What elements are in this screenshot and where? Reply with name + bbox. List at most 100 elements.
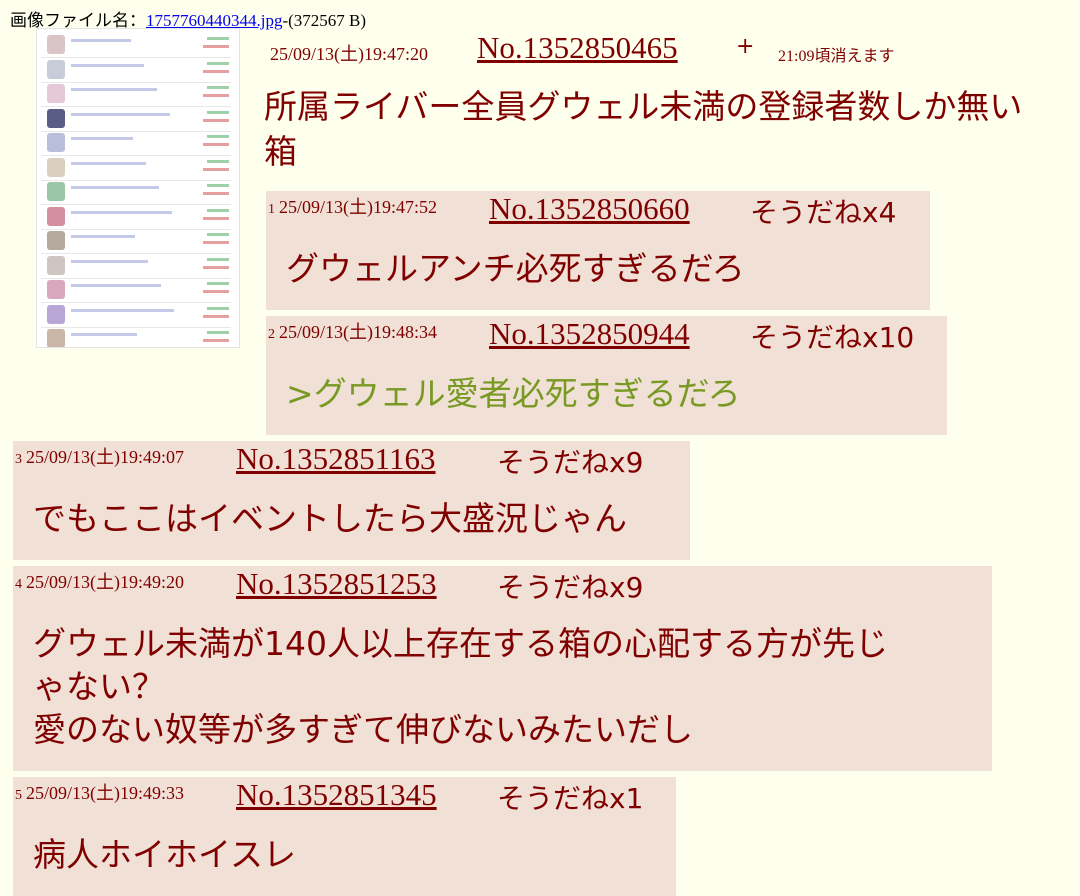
- thumbnail-row: [41, 229, 231, 254]
- reply-number-link[interactable]: No.1352850944: [489, 316, 690, 352]
- sodane-button[interactable]: そうだねx9: [497, 441, 643, 481]
- reply-1: 1 25/09/13(土)19:47:52 No.1352850660 そうだね…: [266, 191, 930, 310]
- reply-3: 3 25/09/13(土)19:49:07 No.1352851163 そうだね…: [13, 441, 690, 560]
- thumbnail-stat-bar: [207, 331, 229, 334]
- thumbnail-name-bar: [71, 112, 170, 116]
- thumbnail-stat-bar: [203, 69, 229, 73]
- thumbnail-row: [41, 58, 231, 83]
- reply-text: >グウェル愛者必死すぎるだろ: [286, 372, 741, 416]
- thumbnail-avatar: [47, 133, 65, 152]
- thumbnail-stat-bar: [203, 314, 229, 318]
- thumbnail-stat-bar: [203, 118, 229, 122]
- thumbnail-stat-bar: [207, 61, 229, 65]
- thumbnail-avatar: [47, 231, 65, 250]
- thumbnail-stat-bar: [203, 216, 229, 220]
- reply-index: 4: [15, 577, 22, 592]
- thumbnail-name-bar: [71, 284, 161, 287]
- sodane-button[interactable]: そうだねx4: [750, 191, 896, 231]
- thumbnail-row: [41, 303, 231, 328]
- reply-line: グウェルアンチ必死すぎるだろ: [286, 249, 745, 288]
- sodane-button[interactable]: そうだねx10: [750, 316, 914, 356]
- thumbnail-stat-bar: [207, 86, 229, 89]
- thumbnail-stat-bar: [203, 94, 229, 97]
- thumbnail-stat-bar: [207, 184, 229, 187]
- thumbnail-avatar: [47, 304, 65, 324]
- reply-text: 病人ホイホイスレ: [33, 833, 296, 877]
- thumbnail-avatar: [47, 329, 65, 347]
- thumbnail-avatar: [47, 59, 65, 79]
- thumbnail-name-bar: [71, 161, 146, 165]
- thumbnail-row: [41, 82, 231, 107]
- thumbnail-row: [41, 205, 231, 230]
- thumbnail-stat-bar: [207, 282, 229, 285]
- thumbnail-avatar: [47, 206, 65, 226]
- reply-text: グウェル未満が140人以上存在する箱の心配する方が先じ ゃない？ 愛のない奴等が…: [33, 622, 888, 751]
- reply-line: グウェル未満が140人以上存在する箱の心配する方が先じ: [33, 624, 888, 663]
- reply-date: 25/09/13(土)19:48:34: [279, 322, 437, 342]
- thumbnail-stat-bar: [203, 290, 229, 293]
- thumbnail-stat-bar: [203, 167, 229, 171]
- reply-index: 2: [268, 327, 275, 342]
- reply-date: 25/09/13(土)19:49:20: [26, 572, 184, 592]
- thumbnail-name-bar: [71, 137, 133, 140]
- thumbnail-stat-bar: [203, 241, 229, 244]
- thumbnail-row: [41, 254, 231, 279]
- thumbnail-stat-bar: [203, 45, 229, 48]
- thumbnail-stat-bar: [203, 143, 229, 146]
- thumbnail-avatar: [47, 157, 65, 177]
- op-text: 所属ライバー全員グウェル未満の登録者数しか無い箱: [264, 87, 1023, 171]
- reply-number-link[interactable]: No.1352850660: [489, 191, 690, 227]
- reply-number-link[interactable]: No.1352851163: [236, 441, 436, 477]
- thumbnail-avatar: [47, 182, 65, 201]
- thumbnail-name-bar: [71, 88, 157, 91]
- thumbnail-stat-bar: [203, 192, 229, 195]
- thumbnail-name-bar: [71, 210, 172, 214]
- op-date: 25/09/13(土)19:47:20: [270, 44, 428, 64]
- thumbnail-name-bar: [71, 259, 148, 263]
- reply-date: 25/09/13(土)19:49:07: [26, 447, 184, 467]
- thumbnail-stat-bar: [207, 208, 229, 212]
- thumbnail-stat-bar: [207, 159, 229, 163]
- thumbnail-row: [41, 278, 231, 303]
- reply-line: ゃない？: [33, 667, 165, 706]
- thumbnail-stat-bar: [207, 135, 229, 138]
- thumbnail-avatar: [47, 35, 65, 54]
- thumbnail-stat-bar: [207, 306, 229, 310]
- reply-text: でもここはイベントしたら大盛況じゃん: [33, 497, 627, 541]
- thumbnail-stat-bar: [207, 110, 229, 114]
- reply-number-link[interactable]: No.1352851253: [236, 566, 437, 602]
- sodane-button[interactable]: そうだねx9: [497, 566, 643, 606]
- expire-notice: 21:09頃消えます: [778, 48, 895, 65]
- thumbnail-name-bar: [71, 186, 159, 189]
- thumbnail-row: [41, 131, 231, 156]
- reply-line: 病人ホイホイスレ: [33, 835, 297, 874]
- thumbnail-avatar: [47, 108, 65, 128]
- sodane-plus-button[interactable]: +: [736, 34, 754, 59]
- thumbnail-stat-bar: [203, 339, 229, 342]
- thumbnail-name-bar: [71, 235, 135, 238]
- op-number-link[interactable]: No.1352850465: [477, 30, 678, 66]
- thumbnail-stat-bar: [207, 37, 229, 40]
- reply-4: 4 25/09/13(土)19:49:20 No.1352851253 そうだね…: [13, 566, 992, 771]
- quote-line: >グウェル愛者必死すぎるだろ: [286, 374, 741, 413]
- file-size: -(372567 B): [282, 11, 367, 30]
- thumbnail-name-bar: [71, 39, 131, 42]
- thumbnail-row: [41, 156, 231, 181]
- reply-date: 25/09/13(土)19:49:33: [26, 783, 184, 803]
- reply-2: 2 25/09/13(土)19:48:34 No.1352850944 そうだね…: [266, 316, 947, 435]
- reply-index: 3: [15, 452, 22, 467]
- thumbnail-name-bar: [71, 308, 174, 312]
- thumbnail-row: [41, 33, 231, 58]
- sodane-button[interactable]: そうだねx1: [497, 777, 643, 817]
- thumbnail-image[interactable]: [36, 28, 240, 348]
- thumbnail-stat-bar: [207, 233, 229, 236]
- reply-line: 愛のない奴等が多すぎて伸びないみたいだし: [33, 710, 693, 749]
- thumbnail-name-bar: [71, 63, 144, 67]
- thumbnail-avatar: [47, 255, 65, 275]
- thumbnail-stat-bar: [203, 265, 229, 269]
- reply-index: 1: [268, 202, 275, 217]
- thumbnail-avatar: [47, 84, 65, 103]
- thumbnail-name-bar: [71, 333, 137, 336]
- reply-line: でもここはイベントしたら大盛況じゃん: [33, 499, 627, 538]
- reply-number-link[interactable]: No.1352851345: [236, 777, 437, 813]
